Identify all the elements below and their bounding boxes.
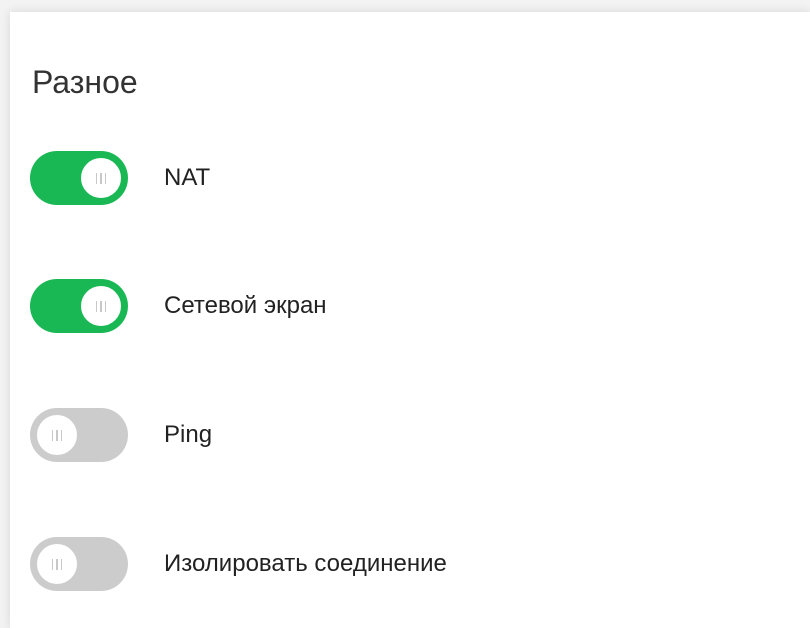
toggle-row-ping: Ping bbox=[30, 407, 212, 463]
toggle-knob bbox=[34, 412, 80, 458]
firewall-toggle[interactable] bbox=[30, 279, 128, 333]
grip-lines-icon bbox=[51, 558, 63, 570]
settings-card: Разное NAT Сетевой экран Ping Изолироват… bbox=[10, 12, 810, 628]
grip-lines-icon bbox=[95, 172, 107, 184]
grip-lines-icon bbox=[51, 429, 63, 441]
toggle-knob bbox=[34, 541, 80, 587]
isolate-connection-toggle[interactable] bbox=[30, 537, 128, 591]
toggle-knob bbox=[78, 155, 124, 201]
grip-lines-icon bbox=[95, 300, 107, 312]
nat-toggle[interactable] bbox=[30, 151, 128, 205]
isolate-connection-label: Изолировать соединение bbox=[164, 550, 447, 577]
nat-label: NAT bbox=[164, 164, 211, 191]
ping-label: Ping bbox=[164, 421, 213, 448]
toggle-row-firewall: Сетевой экран bbox=[30, 278, 327, 334]
toggle-row-nat: NAT bbox=[30, 150, 210, 206]
toggle-row-isolate: Изолировать соединение bbox=[30, 536, 447, 592]
section-title: Разное bbox=[32, 64, 138, 100]
ping-toggle[interactable] bbox=[30, 408, 128, 462]
firewall-label: Сетевой экран bbox=[164, 292, 327, 319]
toggle-knob bbox=[78, 283, 124, 329]
